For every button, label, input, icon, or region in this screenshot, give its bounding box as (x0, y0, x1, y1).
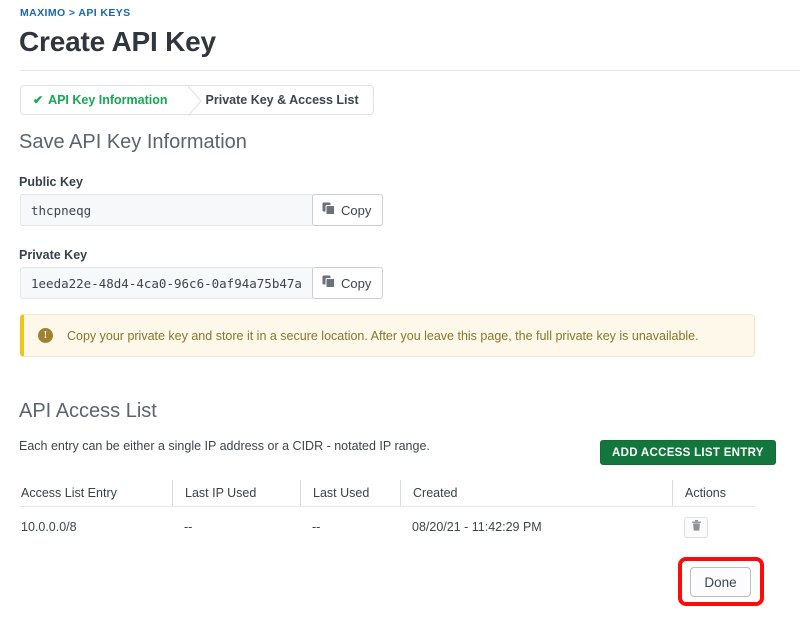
public-key-input[interactable]: thcpneqg (20, 194, 313, 226)
column-header-last-ip-used: Last IP Used (172, 480, 300, 506)
copy-icon (322, 202, 335, 218)
warning-text: Copy your private key and store it in a … (67, 329, 699, 343)
check-icon: ✔ (33, 94, 43, 106)
breadcrumb[interactable]: MAXIMO > API KEYS (20, 7, 131, 19)
access-list-table: Access List Entry Last IP Used Last Used… (20, 480, 755, 547)
copy-public-key-button[interactable]: Copy (312, 194, 383, 226)
step-chevron-divider-icon (188, 86, 202, 114)
public-key-row: thcpneqg Copy (20, 194, 383, 226)
private-key-input[interactable]: 1eeda22e-48d4-4ca0-96c6-0af94a75b47a (20, 267, 313, 299)
cell-actions (672, 507, 755, 547)
title-divider (20, 70, 800, 71)
step-private-key-access-list[interactable]: Private Key & Access List (188, 86, 373, 114)
page-title: Create API Key (19, 26, 216, 58)
private-key-warning-banner: ! Copy your private key and store it in … (20, 314, 755, 357)
api-access-list-description: Each entry can be either a single IP add… (19, 439, 430, 453)
table-row: 10.0.0.0/8 -- -- 08/20/21 - 11:42:29 PM (20, 507, 755, 547)
private-key-label: Private Key (19, 248, 87, 262)
cell-last-used: -- (300, 507, 400, 547)
add-access-list-entry-button[interactable]: ADD ACCESS LIST ENTRY (600, 440, 776, 465)
step-label-private-key-access-list: Private Key & Access List (206, 93, 359, 107)
copy-icon (322, 275, 335, 291)
cell-created: 08/20/21 - 11:42:29 PM (400, 507, 672, 547)
public-key-label: Public Key (19, 175, 83, 189)
save-api-key-heading: Save API Key Information (19, 131, 247, 154)
copy-private-key-button[interactable]: Copy (312, 267, 383, 299)
column-header-access-list-entry: Access List Entry (20, 480, 172, 506)
trash-icon (692, 520, 701, 534)
api-access-list-heading: API Access List (19, 400, 157, 423)
column-header-last-used: Last Used (300, 480, 400, 506)
private-key-row: 1eeda22e-48d4-4ca0-96c6-0af94a75b47a Cop… (20, 267, 383, 299)
done-button[interactable]: Done (690, 567, 751, 597)
exclamation-circle-icon: ! (38, 328, 53, 343)
create-api-key-page: MAXIMO > API KEYS Create API Key ✔ API K… (0, 0, 800, 635)
cell-last-ip-used: -- (172, 507, 300, 547)
step-api-key-information[interactable]: ✔ API Key Information (21, 86, 188, 114)
cell-access-list-entry: 10.0.0.0/8 (20, 507, 172, 547)
column-header-actions: Actions (672, 480, 755, 506)
copy-private-key-label: Copy (341, 276, 371, 291)
copy-public-key-label: Copy (341, 203, 371, 218)
step-label-api-key-information: API Key Information (48, 93, 167, 107)
delete-entry-button[interactable] (684, 517, 708, 538)
table-header-row: Access List Entry Last IP Used Last Used… (20, 480, 755, 507)
wizard-stepper: ✔ API Key Information Private Key & Acce… (20, 85, 374, 115)
column-header-created: Created (400, 480, 672, 506)
